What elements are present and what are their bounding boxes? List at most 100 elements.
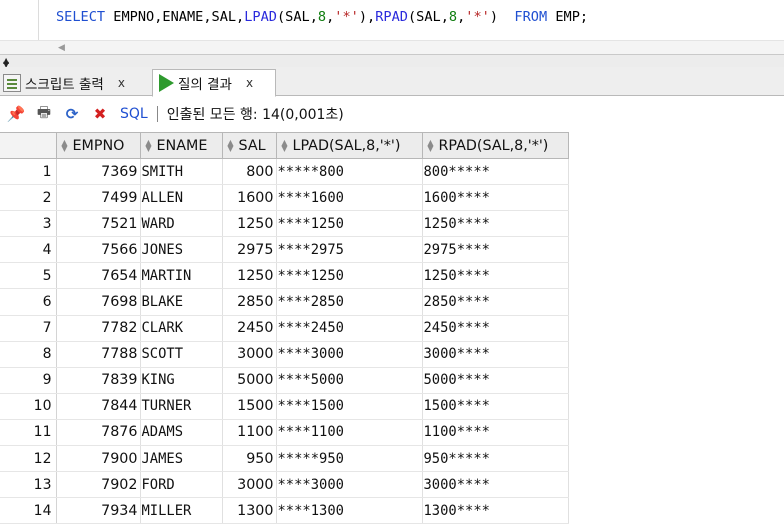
cell-ename[interactable]: TURNER <box>140 393 223 420</box>
cell-ename[interactable]: KING <box>140 367 223 394</box>
cell-ename[interactable]: JONES <box>140 236 223 264</box>
table-row[interactable]: 1 7369 SMITH 800 *****800 800***** <box>0 158 569 186</box>
table-row[interactable]: 4 7566 JONES 2975 ****2975 2975**** <box>0 236 569 264</box>
cell-ename[interactable]: MARTIN <box>140 262 223 290</box>
cell-empno[interactable]: 7844 <box>56 393 141 420</box>
cell-ename[interactable]: ADAMS <box>140 419 223 447</box>
cell-sal[interactable]: 3000 <box>222 341 277 368</box>
row-number[interactable]: 6 <box>0 288 57 316</box>
cell-empno[interactable]: 7934 <box>56 497 141 525</box>
cell-lpad[interactable]: ****3000 <box>276 341 423 368</box>
cell-lpad[interactable]: *****800 <box>276 158 423 186</box>
row-number[interactable]: 12 <box>0 445 57 473</box>
table-row[interactable]: 13 7902 FORD 3000 ****3000 3000**** <box>0 471 569 499</box>
cell-lpad[interactable]: ****1300 <box>276 497 423 525</box>
cell-sal[interactable]: 3000 <box>222 471 277 499</box>
row-number[interactable]: 1 <box>0 158 57 186</box>
cell-ename[interactable]: ALLEN <box>140 184 223 212</box>
cell-empno[interactable]: 7788 <box>56 341 141 368</box>
cell-rpad[interactable]: 3000**** <box>422 341 569 368</box>
cell-rpad[interactable]: 5000**** <box>422 367 569 394</box>
column-header[interactable]: ▲ ▼ SAL <box>221 132 277 159</box>
sort-indicator-icon[interactable]: ▲ ▼ <box>426 138 436 152</box>
cell-sal[interactable]: 2975 <box>222 236 277 264</box>
cell-sal[interactable]: 1600 <box>222 184 277 212</box>
scroll-left-arrow-icon[interactable]: ◀ <box>58 43 65 53</box>
tab-query-result[interactable]: 질의 결과 x <box>152 69 276 97</box>
sort-indicator-icon[interactable]: ▲ ▼ <box>60 138 70 152</box>
cell-empno[interactable]: 7900 <box>56 445 141 473</box>
pane-splitter[interactable]: ▲ ▼ <box>0 54 784 69</box>
sql-editor[interactable]: SELECT EMPNO,ENAME,SAL,LPAD(SAL,8,'*'),R… <box>0 0 784 40</box>
cell-lpad[interactable]: ****1250 <box>276 210 423 238</box>
cell-empno[interactable]: 7782 <box>56 315 141 342</box>
cell-empno[interactable]: 7698 <box>56 288 141 316</box>
table-row[interactable]: 10 7844 TURNER 1500 ****1500 1500**** <box>0 393 569 420</box>
cell-sal[interactable]: 1250 <box>222 210 277 238</box>
cell-ename[interactable]: JAMES <box>140 445 223 473</box>
pin-icon[interactable]: 📌 <box>4 102 28 126</box>
table-row[interactable]: 7 7782 CLARK 2450 ****2450 2450**** <box>0 315 569 342</box>
row-number[interactable]: 7 <box>0 315 57 342</box>
sort-indicator-icon[interactable]: ▲ ▼ <box>280 138 290 152</box>
sort-indicator-icon[interactable]: ▲ ▼ <box>144 138 154 152</box>
table-row[interactable]: 12 7900 JAMES 950 *****950 950***** <box>0 445 569 473</box>
cell-empno[interactable]: 7876 <box>56 419 141 447</box>
cell-ename[interactable]: SMITH <box>140 158 223 186</box>
column-header[interactable]: ▲ ▼ EMPNO <box>55 132 141 159</box>
cell-rpad[interactable]: 1250**** <box>422 210 569 238</box>
cell-rpad[interactable]: 2850**** <box>422 288 569 316</box>
table-row[interactable]: 8 7788 SCOTT 3000 ****3000 3000**** <box>0 341 569 368</box>
cell-empno[interactable]: 7566 <box>56 236 141 264</box>
cell-lpad[interactable]: ****2975 <box>276 236 423 264</box>
cell-sal[interactable]: 5000 <box>222 367 277 394</box>
cell-sal[interactable]: 2450 <box>222 315 277 342</box>
cell-ename[interactable]: MILLER <box>140 497 223 525</box>
cell-sal[interactable]: 2850 <box>222 288 277 316</box>
row-number[interactable]: 4 <box>0 236 57 264</box>
cell-empno[interactable]: 7369 <box>56 158 141 186</box>
cell-sal[interactable]: 1500 <box>222 393 277 420</box>
cell-sal[interactable]: 1100 <box>222 419 277 447</box>
cell-lpad[interactable]: ****1500 <box>276 393 423 420</box>
row-number[interactable]: 3 <box>0 210 57 238</box>
table-row[interactable]: 11 7876 ADAMS 1100 ****1100 1100**** <box>0 419 569 447</box>
tab-script-output[interactable]: 스크립트 출력 x <box>0 69 150 96</box>
cell-lpad[interactable]: ****1100 <box>276 419 423 447</box>
cell-empno[interactable]: 7902 <box>56 471 141 499</box>
cell-ename[interactable]: SCOTT <box>140 341 223 368</box>
cell-rpad[interactable]: 1500**** <box>422 393 569 420</box>
cell-rpad[interactable]: 1100**** <box>422 419 569 447</box>
cell-rpad[interactable]: 1250**** <box>422 262 569 290</box>
cell-ename[interactable]: WARD <box>140 210 223 238</box>
cell-lpad[interactable]: ****2450 <box>276 315 423 342</box>
cell-sal[interactable]: 1300 <box>222 497 277 525</box>
tab-query-result-close-icon[interactable]: x <box>246 76 253 90</box>
cell-rpad[interactable]: 3000**** <box>422 471 569 499</box>
row-number[interactable]: 14 <box>0 497 57 525</box>
cell-lpad[interactable]: ****1250 <box>276 262 423 290</box>
cell-sal[interactable]: 800 <box>222 158 277 186</box>
table-row[interactable]: 2 7499 ALLEN 1600 ****1600 1600**** <box>0 184 569 212</box>
column-header[interactable]: ▲ ▼ ENAME <box>139 132 223 159</box>
sql-statement[interactable]: SELECT EMPNO,ENAME,SAL,LPAD(SAL,8,'*'),R… <box>56 9 588 25</box>
cell-sal[interactable]: 1250 <box>222 262 277 290</box>
cell-lpad[interactable]: *****950 <box>276 445 423 473</box>
cell-rpad[interactable]: 2450**** <box>422 315 569 342</box>
table-row[interactable]: 5 7654 MARTIN 1250 ****1250 1250**** <box>0 262 569 290</box>
refresh-icon[interactable]: ⟳ <box>60 102 84 126</box>
column-header[interactable]: ▲ ▼ RPAD(SAL,8,'*') <box>421 132 569 159</box>
cell-lpad[interactable]: ****5000 <box>276 367 423 394</box>
cell-empno[interactable]: 7499 <box>56 184 141 212</box>
table-row[interactable]: 6 7698 BLAKE 2850 ****2850 2850**** <box>0 288 569 316</box>
cell-ename[interactable]: CLARK <box>140 315 223 342</box>
row-number[interactable]: 5 <box>0 262 57 290</box>
column-header[interactable]: ▲ ▼ LPAD(SAL,8,'*') <box>275 132 423 159</box>
row-number[interactable]: 13 <box>0 471 57 499</box>
table-row[interactable]: 3 7521 WARD 1250 ****1250 1250**** <box>0 210 569 238</box>
cell-lpad[interactable]: ****3000 <box>276 471 423 499</box>
cell-ename[interactable]: FORD <box>140 471 223 499</box>
cell-empno[interactable]: 7521 <box>56 210 141 238</box>
table-row[interactable]: 14 7934 MILLER 1300 ****1300 1300**** <box>0 497 569 525</box>
cell-empno[interactable]: 7654 <box>56 262 141 290</box>
